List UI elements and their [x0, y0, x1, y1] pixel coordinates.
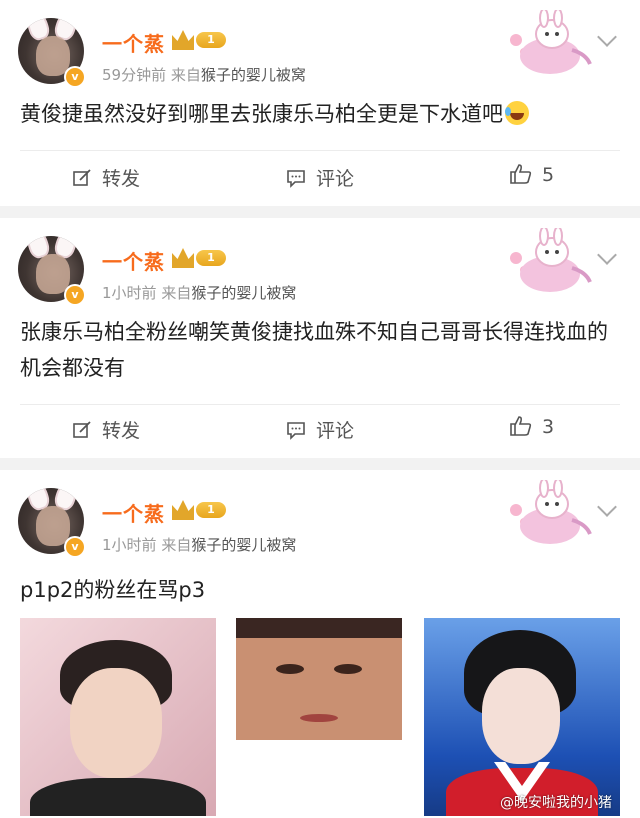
level-badge: 1 [196, 502, 226, 518]
comment-label: 评论 [316, 420, 355, 442]
crown-icon [172, 30, 194, 50]
photo-face [482, 668, 560, 764]
photo-shirt [30, 778, 206, 816]
photo-face [236, 632, 402, 740]
divider [20, 404, 620, 405]
post-text: 张康乐马柏全粉丝嘲笑黄俊捷找血殊不知自己哥哥长得连找血的机会都没有 [20, 320, 608, 380]
username[interactable]: 一个蒸 [102, 28, 165, 57]
bunny-sticker-icon [510, 228, 592, 292]
post-image-2[interactable] [236, 618, 402, 740]
comment-bubble-icon [287, 170, 305, 188]
post-text-content: 黄俊捷虽然没好到哪里去张康乐马柏全更是下水道吧 [20, 102, 503, 126]
thumbs-up-icon [510, 164, 532, 184]
chevron-down-icon[interactable] [597, 497, 617, 517]
comment-button[interactable]: 评论 [286, 164, 354, 191]
bunny-sticker-icon [510, 480, 592, 544]
weibo-post: v 一个蒸 1 1小时前 来自猴子的婴儿被窝 p1p2的粉丝在骂p3 @晚安啦我… [0, 470, 640, 818]
comment-button[interactable]: 评论 [286, 416, 354, 443]
share-button[interactable]: 转发 [72, 416, 140, 443]
bunny-sticker-icon [510, 10, 592, 74]
photo-eye [334, 664, 362, 674]
post-source[interactable]: 猴子的婴儿被窝 [191, 284, 296, 302]
weibo-post: v 一个蒸 1 1小时前 来自猴子的婴儿被窝 张康乐马柏全粉丝嘲笑黄俊捷找血殊不… [0, 218, 640, 458]
divider [20, 150, 620, 151]
like-count: 3 [542, 416, 555, 438]
chevron-down-icon[interactable] [597, 245, 617, 265]
photo-eye [276, 664, 304, 674]
watermark: @晚安啦我的小猪 [500, 795, 612, 811]
photo-face [70, 668, 162, 778]
photo-lips [300, 714, 338, 722]
post-time: 1小时前 [102, 536, 157, 554]
source-prefix: 来自 [170, 66, 201, 84]
share-edit-icon [73, 421, 91, 438]
share-label: 转发 [102, 168, 141, 190]
post-meta: 59分钟前 来自猴子的婴儿被窝 [102, 64, 306, 85]
comment-bubble-icon [287, 422, 305, 440]
share-label: 转发 [102, 420, 141, 442]
verified-badge-icon: v [64, 536, 86, 558]
post-time: 59分钟前 [102, 66, 167, 84]
photo-hair [236, 618, 402, 638]
source-prefix: 来自 [161, 536, 192, 554]
share-edit-icon [73, 169, 91, 186]
weibo-post: v 一个蒸 1 59分钟前 来自猴子的婴儿被窝 黄俊捷虽然没好到哪里去张康乐马柏… [0, 0, 640, 206]
like-count: 5 [542, 164, 555, 186]
post-meta: 1小时前 来自猴子的婴儿被窝 [102, 282, 296, 303]
verified-badge-icon: v [64, 66, 86, 88]
post-source[interactable]: 猴子的婴儿被窝 [191, 536, 296, 554]
thumbs-up-icon [510, 416, 532, 436]
level-badge: 1 [196, 250, 226, 266]
verified-badge-icon: v [64, 284, 86, 306]
like-button[interactable]: 5 [510, 164, 554, 186]
source-prefix: 来自 [161, 284, 192, 302]
crown-icon [172, 500, 194, 520]
post-source[interactable]: 猴子的婴儿被窝 [201, 66, 306, 84]
crown-icon [172, 248, 194, 268]
post-time: 1小时前 [102, 284, 157, 302]
like-button[interactable]: 3 [510, 416, 554, 438]
username[interactable]: 一个蒸 [102, 246, 165, 275]
post-text: p1p2的粉丝在骂p3 [20, 578, 206, 602]
comment-label: 评论 [316, 168, 355, 190]
post-image-1[interactable] [20, 618, 216, 816]
share-button[interactable]: 转发 [72, 164, 140, 191]
level-badge: 1 [196, 32, 226, 48]
chevron-down-icon[interactable] [597, 27, 617, 47]
laughing-tears-emoji-icon [505, 101, 529, 125]
post-meta: 1小时前 来自猴子的婴儿被窝 [102, 534, 296, 555]
post-image-3[interactable] [424, 618, 620, 816]
username[interactable]: 一个蒸 [102, 498, 165, 527]
post-text: 黄俊捷虽然没好到哪里去张康乐马柏全更是下水道吧 [20, 96, 622, 132]
